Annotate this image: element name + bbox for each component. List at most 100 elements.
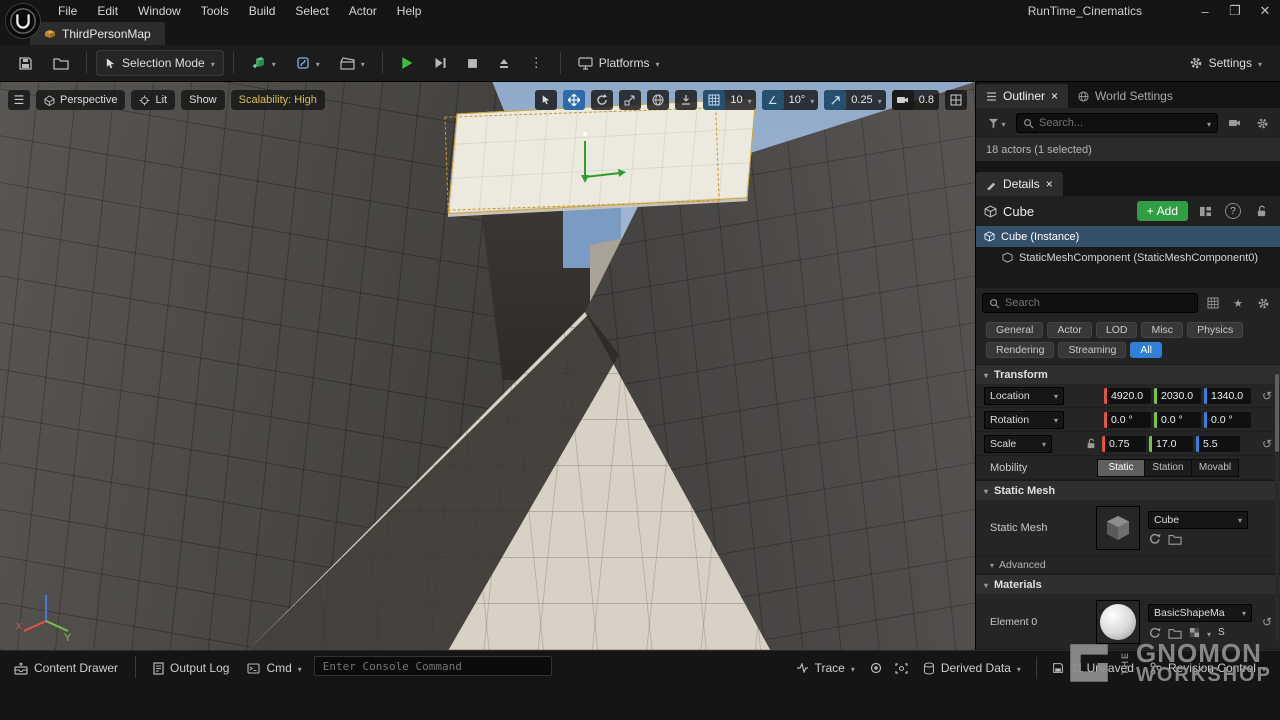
menu-select[interactable]: Select bbox=[285, 0, 338, 22]
content-drawer-button[interactable]: Content Drawer bbox=[8, 656, 124, 680]
material-thumbnail[interactable] bbox=[1096, 600, 1140, 644]
blueprints-dropdown[interactable] bbox=[288, 50, 328, 76]
minimize-button[interactable]: – bbox=[1190, 0, 1220, 22]
viewport-menu-button[interactable] bbox=[8, 90, 30, 110]
show-dropdown[interactable]: Show bbox=[181, 90, 225, 110]
outliner-filter-button[interactable] bbox=[982, 113, 1012, 133]
browse-to-asset-icon[interactable] bbox=[1168, 627, 1182, 639]
play-button[interactable] bbox=[392, 50, 422, 76]
rotation-y-field[interactable]: 0.0 ° bbox=[1154, 412, 1201, 428]
mobility-stationary-button[interactable]: Station bbox=[1144, 459, 1192, 477]
scale-snap-value[interactable]: 0.25 bbox=[846, 94, 877, 106]
restore-button[interactable]: ❐ bbox=[1220, 0, 1250, 22]
outliner-search-box[interactable] bbox=[1016, 113, 1218, 133]
mode-select-dropdown[interactable]: Selection Mode bbox=[96, 50, 224, 76]
browse-content-button[interactable] bbox=[45, 50, 77, 76]
reset-material-icon[interactable] bbox=[1262, 615, 1272, 629]
viewport-3d[interactable]: x Y Perspective Lit Show Scalability: Hi… bbox=[0, 82, 975, 650]
tab-thirdpersonmap[interactable]: ThirdPersonMap bbox=[30, 22, 165, 45]
filter-misc[interactable]: Misc bbox=[1141, 322, 1183, 338]
static-mesh-asset-dropdown[interactable]: Cube bbox=[1148, 511, 1248, 529]
use-selected-icon[interactable] bbox=[1148, 533, 1161, 545]
camera-speed-value[interactable]: 0.8 bbox=[914, 94, 939, 106]
close-icon[interactable]: × bbox=[1051, 89, 1058, 103]
tab-outliner[interactable]: Outliner × bbox=[976, 84, 1068, 108]
filter-actor[interactable]: Actor bbox=[1047, 322, 1092, 338]
reset-location-icon[interactable] bbox=[1262, 389, 1272, 403]
location-y-field[interactable]: 2030.0 bbox=[1154, 388, 1201, 404]
scale-dropdown[interactable]: Scale bbox=[984, 435, 1052, 453]
scale-z-field[interactable]: 5.5 bbox=[1196, 436, 1240, 452]
cinematics-dropdown[interactable] bbox=[332, 50, 373, 76]
tree-row-root[interactable]: Cube (Instance) bbox=[976, 226, 1280, 247]
checker-icon[interactable] bbox=[1189, 627, 1200, 638]
perspective-dropdown[interactable]: Perspective bbox=[36, 90, 125, 110]
edit-blueprint-button[interactable] bbox=[1194, 201, 1216, 221]
viewport-layout-button[interactable] bbox=[945, 90, 967, 110]
materials-section-header[interactable]: Materials bbox=[976, 574, 1280, 594]
grid-snap-value[interactable]: 10 bbox=[725, 94, 747, 106]
details-search-box[interactable] bbox=[982, 293, 1198, 313]
filter-lod[interactable]: LOD bbox=[1096, 322, 1138, 338]
camera-speed-button[interactable] bbox=[892, 90, 914, 110]
filter-rendering[interactable]: Rendering bbox=[986, 342, 1054, 358]
scalability-badge[interactable]: Scalability: High bbox=[231, 90, 325, 110]
rotation-snap-toggle[interactable] bbox=[762, 90, 784, 110]
console-command-input[interactable] bbox=[314, 656, 552, 676]
filter-all[interactable]: All bbox=[1130, 342, 1162, 358]
help-button[interactable]: ? bbox=[1222, 201, 1244, 221]
rotation-snap-value[interactable]: 10° bbox=[784, 94, 811, 106]
play-options-button[interactable] bbox=[522, 50, 551, 76]
menu-actor[interactable]: Actor bbox=[339, 0, 387, 22]
chevron-down-icon[interactable] bbox=[1207, 626, 1211, 640]
filter-physics[interactable]: Physics bbox=[1187, 322, 1243, 338]
scale-x-field[interactable]: 0.75 bbox=[1102, 436, 1146, 452]
details-search-input[interactable] bbox=[1005, 297, 1191, 309]
lit-dropdown[interactable]: Lit bbox=[131, 90, 175, 110]
menu-build[interactable]: Build bbox=[239, 0, 286, 22]
cmd-dropdown[interactable]: Cmd bbox=[241, 656, 307, 680]
unsaved-button[interactable]: 31 Unsaved bbox=[1046, 656, 1140, 680]
material-asset-dropdown[interactable]: BasicShapeMa bbox=[1148, 604, 1252, 622]
chevron-down-icon[interactable] bbox=[810, 93, 814, 107]
trace-dropdown[interactable]: Trace bbox=[790, 656, 861, 680]
static-mesh-thumbnail[interactable] bbox=[1096, 506, 1140, 550]
output-log-button[interactable]: Output Log bbox=[147, 656, 235, 680]
details-settings-button[interactable] bbox=[1252, 293, 1274, 313]
location-dropdown[interactable]: Location bbox=[984, 387, 1064, 405]
tab-details[interactable]: Details × bbox=[976, 172, 1063, 196]
menu-tools[interactable]: Tools bbox=[191, 0, 239, 22]
revision-control-dropdown[interactable]: Revision Control bbox=[1144, 656, 1272, 680]
rotation-z-field[interactable]: 0.0 ° bbox=[1204, 412, 1251, 428]
screenshot-button[interactable] bbox=[891, 657, 913, 679]
reset-scale-icon[interactable] bbox=[1262, 437, 1272, 451]
add-actor-dropdown[interactable] bbox=[243, 50, 284, 76]
location-x-field[interactable]: 4920.0 bbox=[1104, 388, 1151, 404]
tab-world-settings[interactable]: World Settings bbox=[1068, 84, 1183, 108]
filter-streaming[interactable]: Streaming bbox=[1058, 342, 1126, 358]
tree-row-child[interactable]: StaticMeshComponent (StaticMeshComponent… bbox=[976, 247, 1280, 268]
rotation-dropdown[interactable]: Rotation bbox=[984, 411, 1064, 429]
close-button[interactable]: ✕ bbox=[1250, 0, 1280, 22]
move-tool-button[interactable] bbox=[563, 90, 585, 110]
chevron-down-icon[interactable] bbox=[748, 93, 752, 107]
chevron-down-icon[interactable] bbox=[878, 93, 882, 107]
favorites-button[interactable] bbox=[1228, 293, 1248, 313]
menu-window[interactable]: Window bbox=[128, 0, 191, 22]
unreal-logo-icon[interactable] bbox=[5, 3, 41, 39]
save-button[interactable] bbox=[10, 50, 41, 76]
select-tool-button[interactable] bbox=[535, 90, 557, 110]
rotate-tool-button[interactable] bbox=[591, 90, 613, 110]
close-icon[interactable]: × bbox=[1046, 177, 1053, 191]
world-space-toggle[interactable] bbox=[647, 90, 669, 110]
insights-button[interactable] bbox=[865, 657, 887, 679]
material-slot-button[interactable]: S bbox=[1218, 627, 1225, 638]
outliner-camera-button[interactable] bbox=[1222, 113, 1246, 133]
scale-tool-button[interactable] bbox=[619, 90, 641, 110]
advanced-expander[interactable]: Advanced bbox=[976, 556, 1280, 574]
panel-divider[interactable] bbox=[976, 162, 1280, 170]
chevron-down-icon[interactable] bbox=[1207, 116, 1211, 130]
derived-data-dropdown[interactable]: Derived Data bbox=[917, 656, 1027, 680]
location-z-field[interactable]: 1340.0 bbox=[1204, 388, 1251, 404]
translate-gizmo[interactable] bbox=[560, 137, 632, 197]
